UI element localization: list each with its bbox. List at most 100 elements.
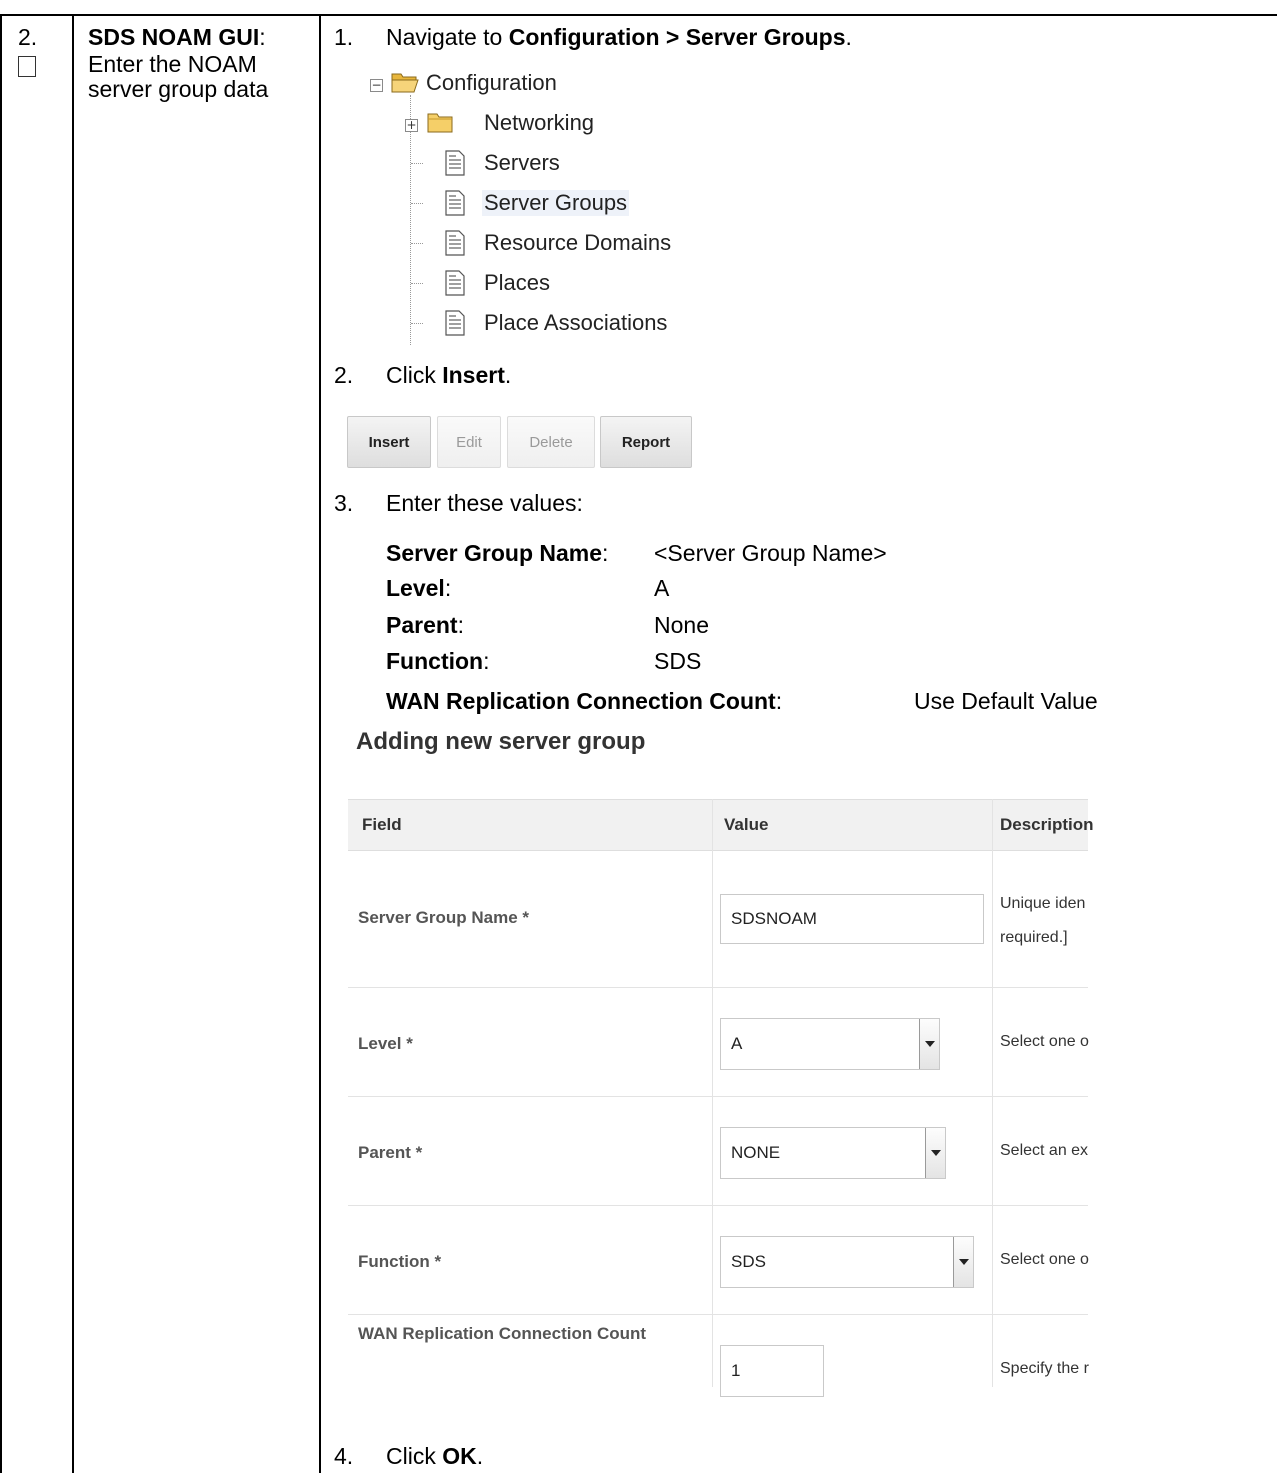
- instruction-2-post: .: [504, 362, 512, 388]
- row-separator: [348, 1205, 1088, 1206]
- edit-button[interactable]: Edit: [437, 416, 501, 468]
- tree-connector: [411, 283, 423, 284]
- description-wan-count: Specify the r: [1000, 1360, 1089, 1377]
- step-checkbox[interactable]: [18, 56, 36, 77]
- collapse-icon[interactable]: −: [370, 79, 383, 92]
- server-group-name-value: SDSNOAM: [731, 909, 817, 928]
- insert-button[interactable]: Insert: [347, 416, 431, 468]
- document-icon: [445, 270, 465, 296]
- field-label-parent: Parent *: [358, 1143, 423, 1162]
- instruction-4-number: 4.: [334, 1443, 354, 1469]
- label-text: Parent: [386, 612, 458, 638]
- instruction-2-bold: Insert: [442, 362, 505, 388]
- dropdown-arrow-icon[interactable]: [925, 1128, 945, 1178]
- description-function: Select one o: [1000, 1251, 1089, 1268]
- tree-connector: [411, 323, 423, 324]
- column-separator: [992, 1087, 993, 1387]
- instruction-2-text: Click Insert.: [386, 362, 511, 388]
- document-icon: [445, 230, 465, 256]
- folder-icon: [427, 113, 453, 133]
- form-header-row: [348, 799, 1088, 851]
- instruction-2-number: 2.: [334, 362, 354, 388]
- instruction-4-text: Click OK.: [386, 1443, 483, 1469]
- field-label-function: Function *: [358, 1252, 442, 1271]
- instruction-3-text: Enter these values:: [386, 490, 583, 516]
- expand-icon[interactable]: +: [405, 119, 418, 132]
- level-selected-value: A: [731, 1034, 743, 1053]
- table-left-border: [0, 14, 2, 1473]
- tree-item-places[interactable]: Places: [484, 270, 550, 296]
- value-label-server-group-name: Server Group Name:: [386, 540, 608, 566]
- delete-button[interactable]: Delete: [507, 416, 595, 468]
- field-label-wan-replication-connection-count: WAN Replication Connection Count: [358, 1324, 647, 1343]
- value-label-parent: Parent:: [386, 612, 464, 638]
- tree-connector: [411, 163, 423, 164]
- description-server-group-name: Unique iden: [1000, 895, 1086, 912]
- col-divider-2: [319, 14, 321, 1473]
- value-server-group-name: <Server Group Name>: [654, 540, 887, 566]
- field-label-server-group-name: Server Group Name *: [358, 908, 530, 927]
- description-parent: Select an ex: [1000, 1142, 1089, 1159]
- row-separator: [348, 1314, 1088, 1315]
- instruction-4-post: .: [476, 1443, 484, 1469]
- label-colon: :: [457, 612, 464, 638]
- step-description-line-2: server group data: [88, 76, 269, 102]
- tree-item-place-associations[interactable]: Place Associations: [484, 310, 667, 336]
- document-icon: [445, 310, 465, 336]
- instruction-1-text: Navigate to Configuration > Server Group…: [386, 24, 852, 50]
- tree-item-servers[interactable]: Servers: [484, 150, 560, 176]
- column-header-field: Field: [362, 815, 402, 834]
- column-separator: [712, 799, 713, 1087]
- tree-connector: [411, 203, 423, 204]
- label-text: Level: [386, 575, 445, 601]
- report-button[interactable]: Report: [600, 416, 692, 468]
- row-separator: [348, 987, 1088, 988]
- step-number: 2.: [18, 24, 38, 50]
- wan-replication-count-input[interactable]: 1: [720, 1345, 824, 1397]
- tree-connector: [411, 243, 423, 244]
- tree-item-server-groups[interactable]: Server Groups: [482, 190, 630, 216]
- instruction-3-number: 3.: [334, 490, 354, 516]
- label-colon: :: [444, 575, 452, 601]
- value-wan-count: Use Default Value: [914, 688, 1098, 714]
- server-group-name-input[interactable]: SDSNOAM: [720, 894, 984, 944]
- function-select[interactable]: SDS: [720, 1236, 974, 1288]
- value-label-level: Level:: [386, 575, 451, 601]
- instruction-2-pre: Click: [386, 362, 443, 388]
- value-parent: None: [654, 612, 709, 638]
- value-function: SDS: [654, 648, 702, 674]
- step-title: SDS NOAM GUI:: [88, 24, 266, 50]
- step-title-colon: :: [259, 24, 266, 50]
- tree-item-configuration[interactable]: Configuration: [426, 70, 557, 96]
- column-header-description: Description: [1000, 815, 1094, 834]
- label-colon: :: [775, 688, 783, 714]
- instruction-1-post: .: [845, 24, 852, 50]
- document-icon: [445, 150, 465, 176]
- parent-select[interactable]: NONE: [720, 1127, 946, 1179]
- instruction-1-pre: Navigate to: [386, 24, 509, 50]
- label-colon: :: [602, 540, 609, 566]
- tree-connector-root: [410, 95, 411, 345]
- instruction-4-bold: OK: [442, 1443, 477, 1469]
- form-title: Adding new server group: [356, 728, 646, 755]
- column-separator: [992, 799, 993, 1087]
- folder-open-icon: [391, 73, 419, 93]
- col-divider-1: [72, 14, 74, 1473]
- column-separator: [712, 1087, 713, 1387]
- description-level: Select one o: [1000, 1033, 1089, 1050]
- tree-item-resource-domains[interactable]: Resource Domains: [484, 230, 671, 256]
- dropdown-arrow-icon[interactable]: [919, 1019, 939, 1069]
- label-colon: :: [483, 648, 490, 674]
- description-server-group-name-cont: required.]: [1000, 929, 1068, 946]
- dropdown-arrow-icon[interactable]: [953, 1237, 973, 1287]
- value-label-wan-count: WAN Replication Connection Count:: [386, 688, 782, 714]
- instruction-1-bold: Configuration > Server Groups: [508, 24, 846, 50]
- label-text: Function: [386, 648, 484, 674]
- step-description-line-1: Enter the NOAM: [88, 51, 257, 77]
- value-level: A: [654, 575, 670, 601]
- level-select[interactable]: A: [720, 1018, 940, 1070]
- instruction-4-pre: Click: [386, 1443, 443, 1469]
- tree-item-networking[interactable]: Networking: [484, 110, 594, 136]
- field-label-level: Level *: [358, 1034, 413, 1053]
- table-top-border: [0, 14, 1277, 16]
